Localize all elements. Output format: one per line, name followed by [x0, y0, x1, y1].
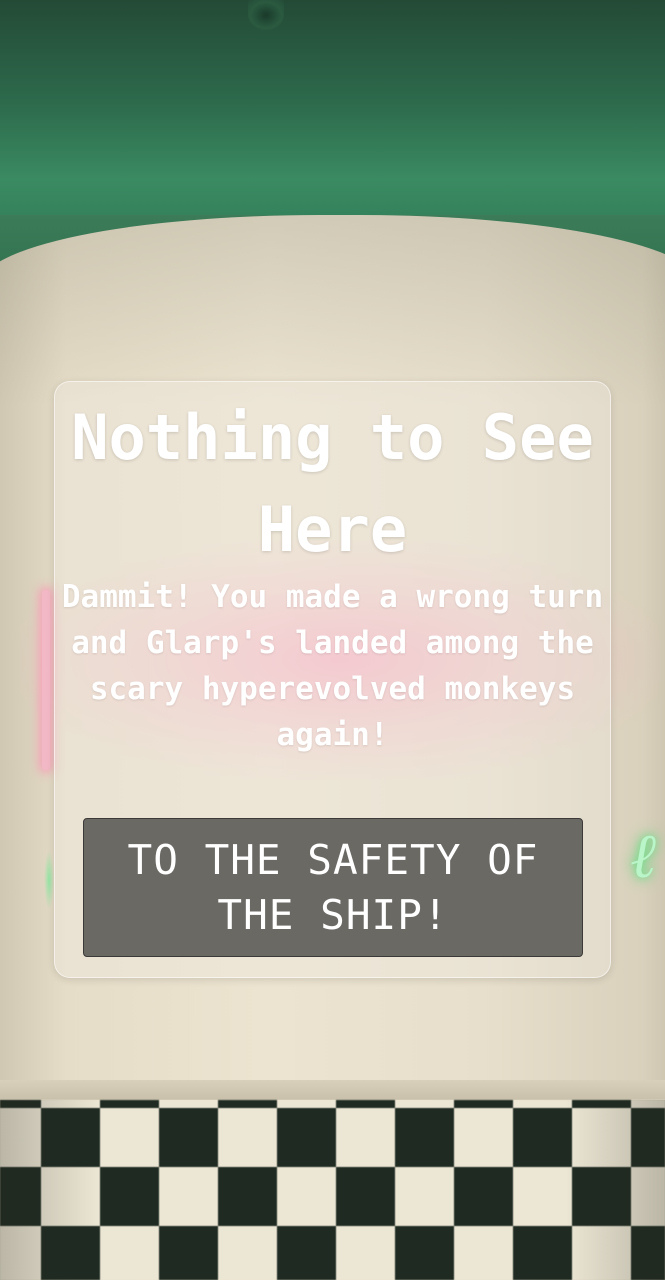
background-photo: ℓ Nothing to See Here Dammit! You made a…	[0, 0, 665, 1280]
ceiling-fixture	[248, 0, 284, 30]
floor-shade	[0, 1100, 665, 1280]
wall-trim	[0, 1080, 665, 1100]
neon-green-sign: ℓ	[630, 819, 656, 892]
safety-of-ship-button[interactable]: TO THE SAFETY OF THE SHIP!	[83, 818, 583, 957]
dialog-message: Dammit! You made a wrong turn and Glarp'…	[61, 579, 604, 753]
neon-green-glow	[44, 850, 54, 910]
dialog-title: Nothing to See Here	[71, 401, 594, 566]
neon-pink-bar	[42, 590, 50, 770]
